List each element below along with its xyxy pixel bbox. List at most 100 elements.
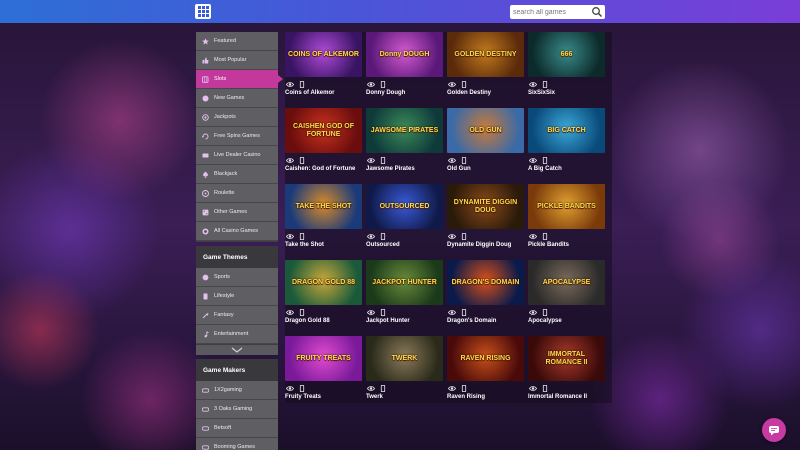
game-card[interactable]: DRAGON GOLD 88 Dragon Gold 88 bbox=[285, 260, 362, 327]
game-thumbnail[interactable]: PICKLE BANDITS bbox=[528, 184, 605, 229]
sidebar-item-1x2gaming[interactable]: 1X2gaming bbox=[196, 381, 278, 400]
eye-icon[interactable] bbox=[367, 157, 375, 164]
sidebar-item-roulette[interactable]: Roulette bbox=[196, 184, 278, 203]
game-name[interactable]: Apocalypse bbox=[528, 318, 605, 327]
search-input[interactable] bbox=[513, 5, 591, 19]
eye-icon[interactable] bbox=[286, 233, 294, 240]
sidebar-item-lifestyle[interactable]: Lifestyle bbox=[196, 287, 278, 306]
eye-icon[interactable] bbox=[448, 81, 456, 88]
game-thumbnail[interactable]: DRAGON'S DOMAIN bbox=[447, 260, 524, 305]
sidebar-item-slots[interactable]: Slots bbox=[196, 70, 283, 89]
eye-icon[interactable] bbox=[286, 157, 294, 164]
sidebar-item-fantasy[interactable]: Fantasy bbox=[196, 306, 278, 325]
eye-icon[interactable] bbox=[529, 309, 537, 316]
game-thumbnail[interactable]: OLD GUN bbox=[447, 108, 524, 153]
game-name[interactable]: Old Gun bbox=[447, 166, 524, 175]
game-thumbnail[interactable]: TWERK bbox=[366, 336, 443, 381]
sidebar-item-free-spins-games[interactable]: Free Spins Games bbox=[196, 127, 278, 146]
game-name[interactable]: Golden Destiny bbox=[447, 90, 524, 99]
game-name[interactable]: Dynamite Diggin Doug bbox=[447, 242, 524, 251]
game-card[interactable]: COINS OF ALKEMOR Coins of Alkemor bbox=[285, 32, 362, 99]
grid-menu-icon[interactable] bbox=[195, 4, 211, 19]
game-card[interactable]: FRUITY TREATS Fruity Treats bbox=[285, 336, 362, 403]
eye-icon[interactable] bbox=[448, 157, 456, 164]
eye-icon[interactable] bbox=[529, 385, 537, 392]
sidebar-item-other-games[interactable]: Other Games bbox=[196, 203, 278, 222]
eye-icon[interactable] bbox=[448, 309, 456, 316]
sidebar-item-all-casino-games[interactable]: All Casino Games bbox=[196, 222, 278, 241]
eye-icon[interactable] bbox=[529, 81, 537, 88]
game-name[interactable]: SixSixSix bbox=[528, 90, 605, 99]
game-name[interactable]: Dragon's Domain bbox=[447, 318, 524, 327]
game-thumbnail[interactable]: COINS OF ALKEMOR bbox=[285, 32, 362, 77]
game-thumbnail[interactable]: JAWSOME PIRATES bbox=[366, 108, 443, 153]
sidebar-item-most-popular[interactable]: Most Popular bbox=[196, 51, 278, 70]
scroll-down-icon[interactable] bbox=[196, 345, 278, 355]
game-card[interactable]: OLD GUN Old Gun bbox=[447, 108, 524, 175]
game-thumbnail[interactable]: IMMORTAL ROMANCE II bbox=[528, 336, 605, 381]
sidebar-item-live-dealer-casino[interactable]: Live Dealer Casino bbox=[196, 146, 278, 165]
game-card[interactable]: DYNAMITE DIGGIN DOUG Dynamite Diggin Doug bbox=[447, 184, 524, 251]
game-card[interactable]: RAVEN RISING Raven Rising bbox=[447, 336, 524, 403]
sidebar-item-new-games[interactable]: New Games bbox=[196, 89, 278, 108]
game-thumbnail[interactable]: APOCALYPSE bbox=[528, 260, 605, 305]
game-name[interactable]: Raven Rising bbox=[447, 394, 524, 403]
game-card[interactable]: JACKPOT HUNTER Jackpot Hunter bbox=[366, 260, 443, 327]
game-thumbnail[interactable]: DYNAMITE DIGGIN DOUG bbox=[447, 184, 524, 229]
eye-icon[interactable] bbox=[367, 81, 375, 88]
game-name[interactable]: Donny Dough bbox=[366, 90, 443, 99]
game-name[interactable]: Caishen: God of Fortune bbox=[285, 166, 362, 175]
eye-icon[interactable] bbox=[448, 385, 456, 392]
game-thumbnail[interactable]: RAVEN RISING bbox=[447, 336, 524, 381]
game-thumbnail[interactable]: BIG CATCH bbox=[528, 108, 605, 153]
sidebar-item-entertainment[interactable]: Entertainment bbox=[196, 325, 278, 344]
game-card[interactable]: DRAGON'S DOMAIN Dragon's Domain bbox=[447, 260, 524, 327]
game-card[interactable]: IMMORTAL ROMANCE II Immortal Romance II bbox=[528, 336, 605, 403]
game-name[interactable]: Outsourced bbox=[366, 242, 443, 251]
game-name[interactable]: Immortal Romance II bbox=[528, 394, 605, 403]
game-thumbnail[interactable]: Donny DOUGH bbox=[366, 32, 443, 77]
sidebar-item-jackpots[interactable]: Jackpots bbox=[196, 108, 278, 127]
game-card[interactable]: GOLDEN DESTINY Golden Destiny bbox=[447, 32, 524, 99]
sidebar-item-betsoft[interactable]: Betsoft bbox=[196, 419, 278, 438]
game-name[interactable]: Fruity Treats bbox=[285, 394, 362, 403]
game-name[interactable]: Dragon Gold 88 bbox=[285, 318, 362, 327]
game-card[interactable]: PICKLE BANDITS Pickle Bandits bbox=[528, 184, 605, 251]
game-thumbnail[interactable]: GOLDEN DESTINY bbox=[447, 32, 524, 77]
game-card[interactable]: CAISHEN GOD OF FORTUNE Caishen: God of Fo… bbox=[285, 108, 362, 175]
game-thumbnail[interactable]: FRUITY TREATS bbox=[285, 336, 362, 381]
game-card[interactable]: OUTSOURCED Outsourced bbox=[366, 184, 443, 251]
game-thumbnail[interactable]: CAISHEN GOD OF FORTUNE bbox=[285, 108, 362, 153]
eye-icon[interactable] bbox=[367, 233, 375, 240]
game-card[interactable]: 666 SixSixSix bbox=[528, 32, 605, 99]
game-card[interactable]: TWERK Twerk bbox=[366, 336, 443, 403]
game-thumbnail[interactable]: DRAGON GOLD 88 bbox=[285, 260, 362, 305]
sidebar-item-sports[interactable]: Sports bbox=[196, 268, 278, 287]
sidebar-item-featured[interactable]: Featured bbox=[196, 32, 278, 51]
game-thumbnail[interactable]: OUTSOURCED bbox=[366, 184, 443, 229]
game-name[interactable]: Coins of Alkemor bbox=[285, 90, 362, 99]
game-card[interactable]: Donny DOUGH Donny Dough bbox=[366, 32, 443, 99]
game-name[interactable]: Take the Shot bbox=[285, 242, 362, 251]
eye-icon[interactable] bbox=[286, 309, 294, 316]
game-card[interactable]: APOCALYPSE Apocalypse bbox=[528, 260, 605, 327]
game-thumbnail[interactable]: TAKE THE SHOT bbox=[285, 184, 362, 229]
game-name[interactable]: Pickle Bandits bbox=[528, 242, 605, 251]
chat-button[interactable] bbox=[762, 418, 786, 442]
game-name[interactable]: Jackpot Hunter bbox=[366, 318, 443, 327]
game-name[interactable]: A Big Catch bbox=[528, 166, 605, 175]
eye-icon[interactable] bbox=[448, 233, 456, 240]
search-icon[interactable] bbox=[591, 6, 603, 18]
game-name[interactable]: Twerk bbox=[366, 394, 443, 403]
eye-icon[interactable] bbox=[286, 81, 294, 88]
game-name[interactable]: Jawsome Pirates bbox=[366, 166, 443, 175]
eye-icon[interactable] bbox=[367, 385, 375, 392]
sidebar-item-booming-games[interactable]: Booming Games bbox=[196, 438, 278, 450]
eye-icon[interactable] bbox=[367, 309, 375, 316]
game-card[interactable]: BIG CATCH A Big Catch bbox=[528, 108, 605, 175]
game-thumbnail[interactable]: JACKPOT HUNTER bbox=[366, 260, 443, 305]
game-card[interactable]: JAWSOME PIRATES Jawsome Pirates bbox=[366, 108, 443, 175]
sidebar-item-3-oaks-gaming[interactable]: 3 Oaks Gaming bbox=[196, 400, 278, 419]
eye-icon[interactable] bbox=[529, 233, 537, 240]
eye-icon[interactable] bbox=[286, 385, 294, 392]
